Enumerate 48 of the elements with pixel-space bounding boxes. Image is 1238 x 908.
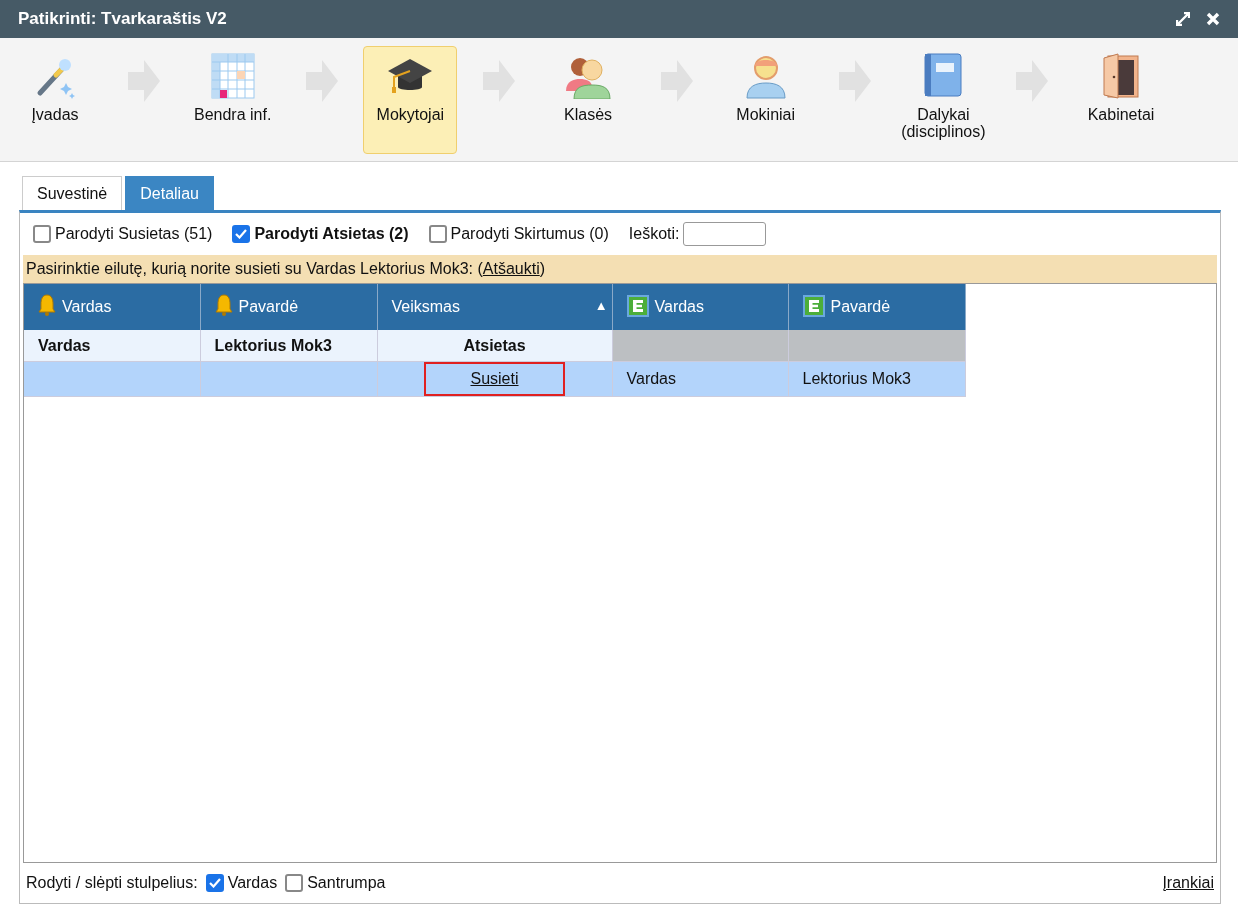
wizard-step[interactable]: Mokytojai	[363, 46, 458, 154]
checkbox[interactable]	[232, 224, 251, 243]
column-header[interactable]: Veiksmas ▲	[377, 283, 612, 330]
bell-icon	[38, 294, 56, 317]
search-label: Ieškoti:	[628, 223, 680, 244]
cancel-link[interactable]: Atšaukti	[482, 259, 540, 277]
table-cell: Lektorius Mok3	[788, 361, 965, 397]
maximize-icon[interactable]	[1176, 12, 1190, 26]
column-header[interactable]: Pavardė	[788, 283, 965, 330]
option-label: Santrumpa	[307, 873, 386, 894]
e-letter-icon	[802, 294, 825, 317]
column-header[interactable]: Pavardė	[200, 283, 377, 330]
wizard-step[interactable]: Mokiniai	[718, 46, 813, 154]
table-cell: Lektorius Mok3	[200, 329, 377, 362]
link-action[interactable]: Susieti	[424, 362, 565, 397]
window-title: Patikrinti: Tvarkaraštis V2	[18, 8, 227, 31]
close-icon[interactable]	[1206, 12, 1220, 26]
table-cell: Vardas	[612, 361, 788, 397]
sort-icon: ▲	[594, 295, 608, 316]
checkbox[interactable]	[33, 224, 51, 243]
filter-label: Parodyti Susietas (51)	[55, 223, 213, 244]
checkbox[interactable]	[205, 874, 224, 893]
filter-label: Parodyti Skirtumus (0)	[450, 223, 609, 244]
tab[interactable]: Detaliau	[125, 176, 214, 210]
calendar-grid-icon	[210, 53, 255, 99]
checkbox[interactable]	[428, 224, 447, 243]
wizard-step[interactable]: Kabinetai	[1074, 46, 1169, 154]
checkbox[interactable]	[285, 874, 304, 893]
e-letter-icon	[626, 294, 649, 317]
wizard-step[interactable]: Įvadas	[8, 46, 102, 154]
option-label: Vardas	[227, 873, 278, 894]
column-header[interactable]: Vardas	[24, 283, 200, 330]
bell-icon	[214, 294, 233, 317]
tab[interactable]: Suvestinė	[22, 176, 123, 210]
column-toggle-label: Rodyti / slėpti stulpelius:	[26, 873, 198, 894]
person-icon	[743, 53, 788, 99]
filter-label: Parodyti Atsietas (2)	[254, 223, 409, 244]
book-icon	[924, 53, 963, 97]
notice-text: Pasirinktie eilutę, kurią norite susieti su Vardas Lektorius Mok3: (Atšaukti)	[23, 254, 1217, 283]
wizard-step[interactable]: Klasės	[541, 46, 635, 154]
wizard-step[interactable]: Bendra inf.	[185, 46, 280, 154]
table-cell: Vardas	[24, 329, 200, 362]
search-field[interactable]	[683, 221, 767, 246]
wizard-step[interactable]: Dalykai (disciplinos)	[896, 46, 991, 154]
column-header[interactable]: Vardas	[612, 283, 788, 330]
tools-link[interactable]: Įrankiai	[1162, 871, 1214, 896]
table-cell: Atsietas	[377, 329, 612, 362]
door-icon	[1102, 53, 1141, 99]
